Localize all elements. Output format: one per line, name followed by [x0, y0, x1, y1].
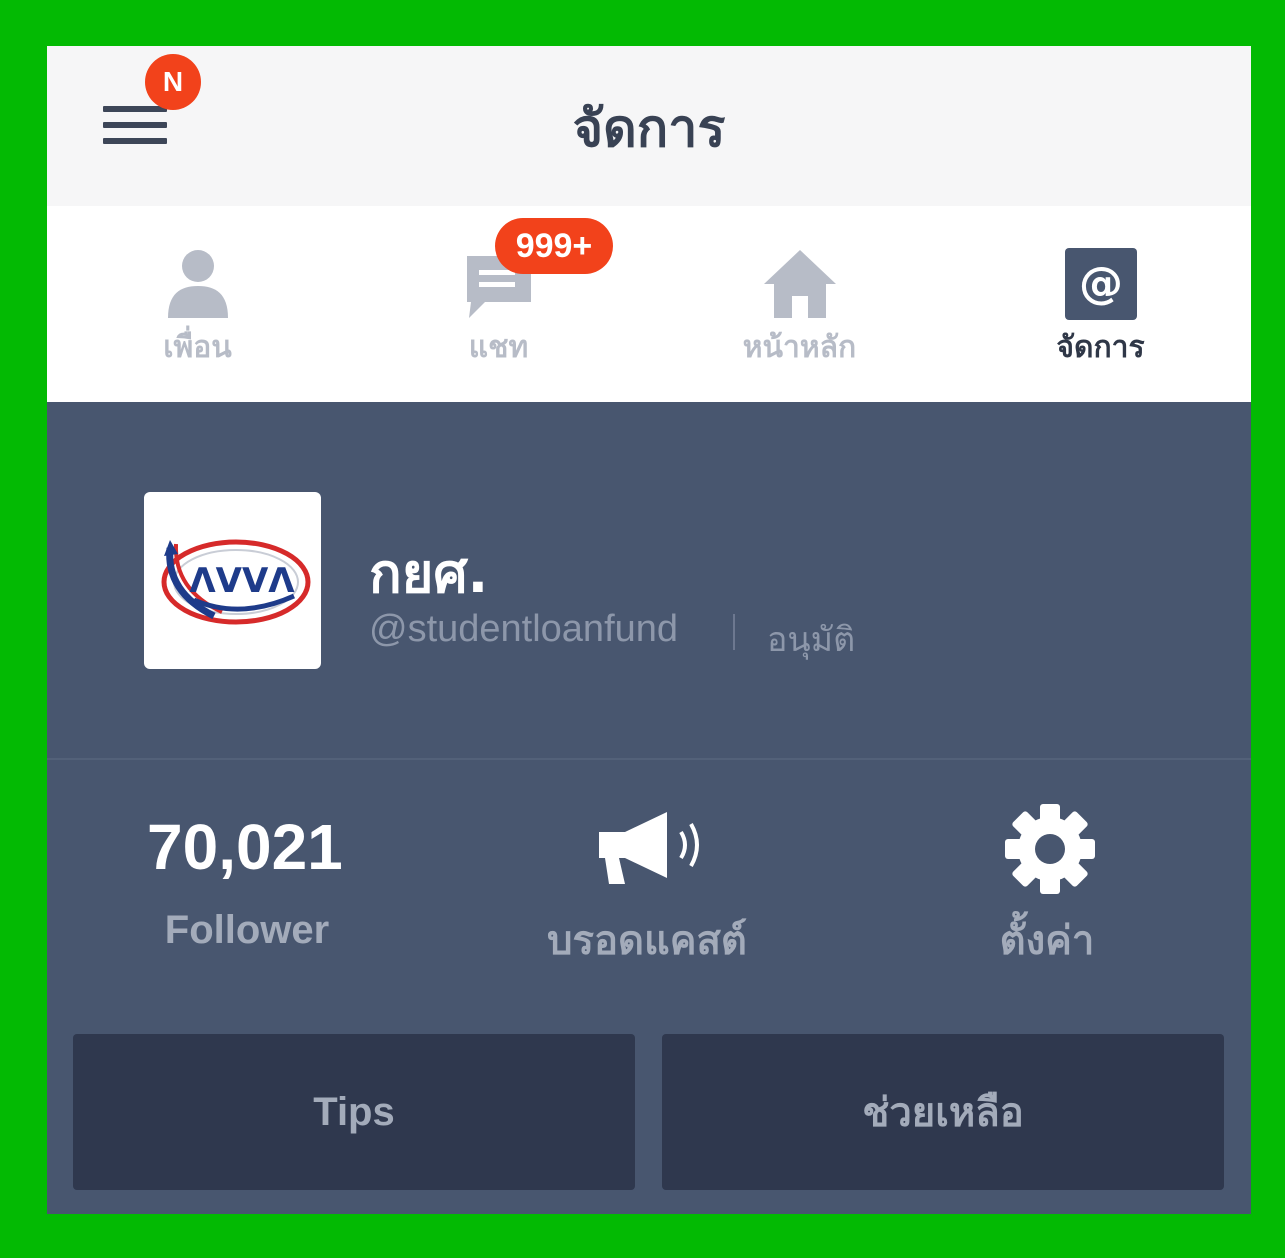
svg-text:@: @	[1079, 258, 1123, 309]
follower-label: Follower	[164, 908, 330, 952]
page-title: จัดการ	[572, 99, 726, 159]
broadcast-button[interactable]: บรอดแคสต์	[517, 760, 777, 1020]
divider	[733, 614, 735, 650]
account-id: @studentloanfund	[369, 608, 679, 650]
tab-label: จัดการ	[1056, 330, 1145, 365]
gear-icon	[1005, 804, 1095, 894]
app-header: N จัดการ	[47, 46, 1251, 206]
broadcast-label: บรอดแคสต์	[547, 918, 747, 964]
logo-image: ΛVVΛ	[161, 539, 311, 625]
at-icon: @	[1064, 248, 1137, 320]
tab-bar: เพื่อน แชท หน้าหลัก @ จัดการ	[47, 206, 1251, 402]
help-button[interactable]: ช่วยเหลือ	[662, 1034, 1224, 1190]
account-name: กยศ.	[369, 542, 489, 605]
account-logo[interactable]: ΛVVΛ	[144, 492, 321, 669]
profile-section: ΛVVΛ กยศ. @studentloanfund อนุมัติ	[47, 402, 1251, 760]
tab-friends[interactable]: เพื่อน	[47, 206, 348, 402]
friend-icon	[167, 250, 228, 318]
app-screen: N จัดการ เพื่อน แชท หน้าหลัก @ จัดการ 99…	[47, 46, 1251, 1214]
follower-count: 70,021	[147, 811, 343, 883]
green-frame: N จัดการ เพื่อน แชท หน้าหลัก @ จัดการ 99…	[0, 0, 1285, 1258]
tab-manage[interactable]: @ จัดการ	[950, 206, 1251, 402]
tips-button[interactable]: Tips	[73, 1034, 635, 1190]
stats-row: 70,021 Follower บรอดแคสต์ ตั้งค่า	[47, 760, 1251, 1020]
megaphone-icon	[599, 812, 699, 884]
settings-label: ตั้งค่า	[999, 918, 1095, 964]
account-status: อนุมัติ	[767, 620, 856, 660]
tab-label: แชท	[468, 330, 529, 365]
tab-label: เพื่อน	[163, 330, 232, 365]
chat-unread-badge: 999+	[495, 218, 613, 274]
logo-lettering: ΛVVΛ	[189, 561, 295, 601]
home-icon	[763, 250, 836, 318]
tab-label: หน้าหลัก	[742, 330, 857, 365]
tab-home[interactable]: หน้าหลัก	[649, 206, 950, 402]
settings-button[interactable]: ตั้งค่า	[957, 760, 1137, 1020]
